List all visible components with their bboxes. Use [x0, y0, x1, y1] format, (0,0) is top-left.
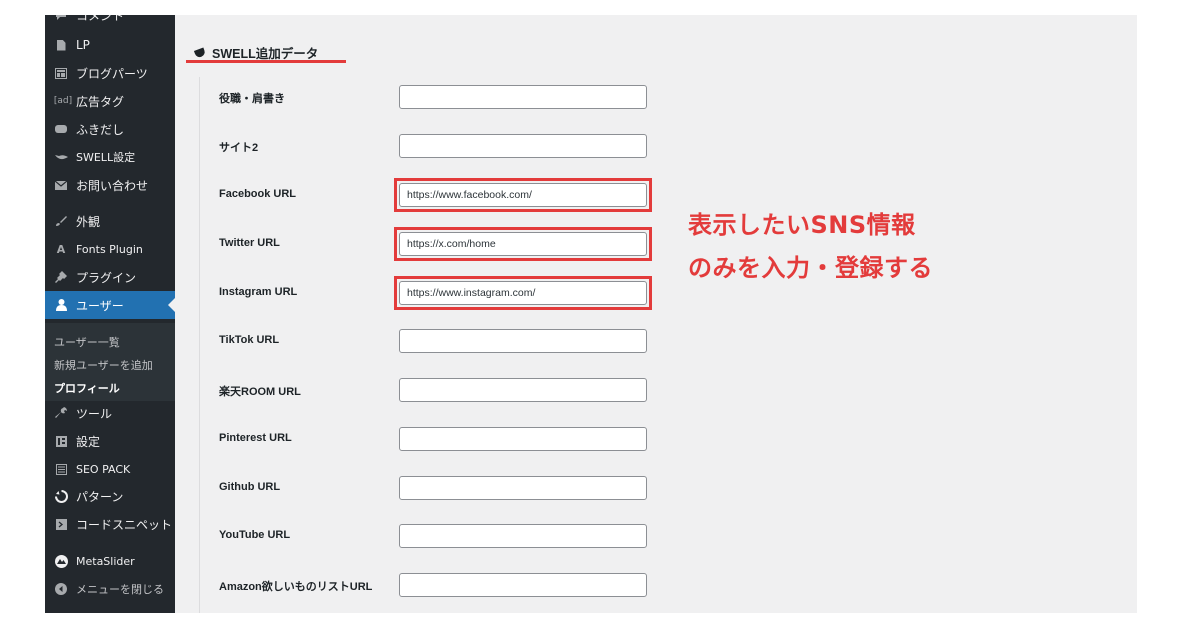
section-title-underline — [186, 60, 346, 63]
field-label-job-title: 役職・肩書き — [219, 93, 285, 105]
tiktok-url-input[interactable] — [399, 329, 647, 353]
fonts-plugin-icon: A — [56, 242, 66, 256]
users-submenu: ユーザー一覧 新規ユーザーを追加 プロフィール — [45, 323, 175, 401]
profile-content: SWELL追加データ 役職・肩書き サイト2 Facebook URL Twit… — [175, 15, 1137, 613]
sidebar-item-code-snippets[interactable]: コードスニペット — [45, 510, 175, 538]
sidebar-item-plugins[interactable]: プラグイン — [45, 263, 175, 291]
admin-sidebar: コメント LP ブログパーツ [ad] 広告タグ ふきだし SWELL設定 お問… — [45, 15, 175, 613]
sidebar-item-appearance[interactable]: 外観 — [45, 207, 175, 235]
field-label-youtube-url: YouTube URL — [219, 529, 291, 541]
screenshot-frame: コメント LP ブログパーツ [ad] 広告タグ ふきだし SWELL設定 お問… — [45, 15, 1137, 613]
sidebar-item-tools[interactable]: ツール — [45, 399, 175, 427]
job-title-input[interactable] — [399, 85, 647, 109]
swell-bird-icon — [193, 47, 207, 58]
field-label-pinterest-url: Pinterest URL — [219, 432, 292, 444]
collapse-menu-icon — [54, 582, 68, 596]
field-label-rakuten-room-url: 楽天ROOM URL — [219, 386, 301, 398]
field-label-facebook-url: Facebook URL — [219, 188, 297, 200]
wrench-icon — [54, 406, 68, 420]
sidebar-item-contact[interactable]: お問い合わせ — [45, 171, 175, 199]
seo-pack-icon — [54, 462, 68, 476]
sidebar-item-comments[interactable]: コメント — [45, 15, 175, 29]
facebook-url-input[interactable] — [399, 183, 647, 207]
annotation-line-1: 表示したいSNS情報 — [688, 211, 916, 239]
comment-icon — [54, 15, 68, 22]
github-url-input[interactable] — [399, 476, 647, 500]
appearance-brush-icon — [54, 214, 68, 228]
field-label-site2: サイト2 — [219, 142, 259, 154]
pattern-icon — [54, 489, 68, 503]
submenu-profile[interactable]: プロフィール — [54, 380, 120, 396]
sidebar-item-fonts-plugin[interactable]: A Fonts Plugin — [45, 235, 175, 263]
sidebar-item-ad-tag[interactable]: [ad] 広告タグ — [45, 87, 175, 115]
submenu-user-list[interactable]: ユーザー一覧 — [54, 334, 120, 350]
section-divider-line — [199, 77, 200, 613]
rakuten-room-url-input[interactable] — [399, 378, 647, 402]
submenu-add-new-user[interactable]: 新規ユーザーを追加 — [54, 357, 153, 373]
sidebar-item-seo-pack[interactable]: SEO PACK — [45, 455, 175, 483]
sidebar-item-users[interactable]: ユーザー — [45, 291, 175, 319]
sidebar-item-lp[interactable]: LP — [45, 31, 175, 59]
speech-bubble-icon — [54, 122, 68, 136]
field-label-amazon-wishlist-url: Amazon欲しいものリストURL — [219, 581, 373, 593]
amazon-wishlist-url-input[interactable] — [399, 573, 647, 597]
plugin-icon — [54, 270, 68, 284]
mail-icon — [54, 178, 68, 192]
code-snippet-icon — [54, 517, 68, 531]
page-icon — [54, 38, 68, 52]
user-icon — [54, 298, 68, 312]
site2-input[interactable] — [399, 134, 647, 158]
sidebar-item-metaslider[interactable]: MetaSlider — [45, 547, 175, 575]
field-label-twitter-url: Twitter URL — [219, 237, 280, 249]
pinterest-url-input[interactable] — [399, 427, 647, 451]
swell-bird-icon — [54, 150, 68, 164]
field-label-tiktok-url: TikTok URL — [219, 334, 280, 346]
ad-tag-icon: [ad] — [53, 96, 73, 106]
settings-icon — [54, 434, 68, 448]
youtube-url-input[interactable] — [399, 524, 647, 548]
field-label-instagram-url: Instagram URL — [219, 286, 298, 298]
twitter-url-input[interactable] — [399, 232, 647, 256]
sidebar-item-settings[interactable]: 設定 — [45, 427, 175, 455]
field-label-github-url: Github URL — [219, 481, 281, 493]
blog-parts-icon — [54, 66, 68, 80]
metaslider-icon — [54, 554, 68, 568]
sidebar-item-patterns[interactable]: パターン — [45, 482, 175, 510]
sidebar-item-blog-parts[interactable]: ブログパーツ — [45, 59, 175, 87]
sidebar-collapse-menu[interactable]: メニューを閉じる — [45, 575, 175, 603]
sidebar-item-swell-settings[interactable]: SWELL設定 — [45, 143, 175, 171]
sidebar-item-speech-bubble[interactable]: ふきだし — [45, 115, 175, 143]
instagram-url-input[interactable] — [399, 281, 647, 305]
annotation-line-2: のみを入力・登録する — [688, 254, 933, 282]
